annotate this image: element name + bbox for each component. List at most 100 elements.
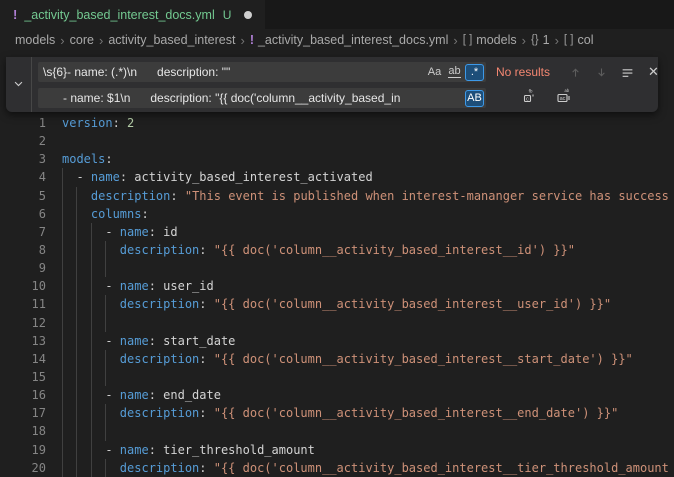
replace-icon: ᶠᵇ c xyxy=(522,88,538,109)
breadcrumb-item-models[interactable]: [ ]models xyxy=(463,33,517,47)
indent-guide xyxy=(62,314,63,332)
code-line: 6 columns: xyxy=(0,205,674,223)
code-text[interactable]: - name: activity_based_interest_activate… xyxy=(46,168,674,186)
code-text[interactable] xyxy=(46,422,674,440)
breadcrumb-label: models xyxy=(15,33,55,47)
indent-guide xyxy=(76,187,77,205)
breadcrumb-label: activity_based_interest xyxy=(108,33,235,47)
indent-guide xyxy=(76,441,77,459)
code-line: 7 - name: id xyxy=(0,223,674,241)
find-replace-widget: \s{6}- name: (.*)\n description: "" Aa a… xyxy=(6,57,658,112)
breadcrumb-label: models xyxy=(476,33,516,47)
breadcrumb-label: _activity_based_interest_docs.yml xyxy=(258,33,448,47)
indent-guide xyxy=(91,404,92,422)
breadcrumb-item-col[interactable]: [ ]col xyxy=(564,33,594,47)
code-text[interactable]: - name: end_date xyxy=(46,386,674,404)
line-number: 12 xyxy=(0,314,46,332)
code-text[interactable]: - name: tier_threshold_amount xyxy=(46,441,674,459)
breadcrumb-separator-icon: › xyxy=(448,33,462,48)
code-line: 10 - name: user_id xyxy=(0,277,674,295)
symbol-icon: [ ] xyxy=(463,34,473,46)
indent-guide xyxy=(105,314,106,332)
code-line: 11 description: "{{ doc('column__activit… xyxy=(0,295,674,313)
code-line: 5 description: "This event is published … xyxy=(0,187,674,205)
breadcrumb-item-activity-based-interest[interactable]: activity_based_interest xyxy=(108,33,235,47)
code-text[interactable] xyxy=(46,132,674,150)
breadcrumb-item-core[interactable]: core xyxy=(70,33,94,47)
find-in-selection-button[interactable] xyxy=(617,62,638,82)
replace-input[interactable]: - name: $1\n description: "{{ doc('colum… xyxy=(38,88,486,108)
indent-guide xyxy=(91,295,92,313)
code-text[interactable]: description: "{{ doc('column__activity_b… xyxy=(46,404,674,422)
indent-guide xyxy=(105,295,106,313)
indent-guide xyxy=(91,223,92,241)
breadcrumb-separator-icon: › xyxy=(550,33,564,48)
code-text[interactable]: - name: user_id xyxy=(46,277,674,295)
code-text[interactable]: models: xyxy=(46,150,674,168)
code-line: 14 description: "{{ doc('column__activit… xyxy=(0,350,674,368)
indent-guide xyxy=(91,441,92,459)
replace-all-button[interactable]: ᵃᵇ ac xyxy=(553,88,575,108)
toggle-replace-button[interactable] xyxy=(6,57,32,112)
find-input[interactable]: \s{6}- name: (.*)\n description: "" Aa a… xyxy=(38,62,486,82)
breadcrumb-label: core xyxy=(70,33,94,47)
indent-guide xyxy=(105,241,106,259)
close-find-widget-button[interactable]: ✕ xyxy=(643,62,664,82)
indent-guide xyxy=(76,386,77,404)
code-text[interactable] xyxy=(46,259,674,277)
indent-guide xyxy=(62,404,63,422)
line-number: 3 xyxy=(0,150,46,168)
symbol-icon: {} xyxy=(531,34,539,46)
indent-guide xyxy=(76,459,77,477)
code-text[interactable]: - name: start_date xyxy=(46,332,674,350)
breadcrumb-item--activity-based-interest-docs-yml[interactable]: !_activity_based_interest_docs.yml xyxy=(250,33,449,47)
previous-match-button[interactable] xyxy=(565,62,586,82)
code-text[interactable]: description: "{{ doc('column__activity_b… xyxy=(46,350,674,368)
breadcrumb: models›core›activity_based_interest›!_ac… xyxy=(0,29,674,51)
indent-guide xyxy=(76,205,77,223)
indent-guide xyxy=(62,386,63,404)
replace-all-icon: ᵃᵇ ac xyxy=(556,88,573,109)
code-line: 3models: xyxy=(0,150,674,168)
code-text[interactable]: description: "{{ doc('column__activity_b… xyxy=(46,295,674,313)
next-match-button[interactable] xyxy=(591,62,612,82)
indent-guide xyxy=(105,404,106,422)
tab-activity-based-interest-docs[interactable]: ! _activity_based_interest_docs.yml U xyxy=(0,0,265,29)
code-text[interactable]: - name: id xyxy=(46,223,674,241)
code-text[interactable] xyxy=(46,368,674,386)
unsaved-changes-dot-icon[interactable] xyxy=(244,11,252,19)
replace-button[interactable]: ᶠᵇ c xyxy=(519,88,541,108)
editor[interactable]: 1version: 223models:4 - name: activity_b… xyxy=(0,51,674,477)
match-case-button[interactable]: Aa xyxy=(425,64,444,81)
svg-text:ᶠᵇ: ᶠᵇ xyxy=(529,89,533,96)
line-number: 19 xyxy=(0,441,46,459)
code-text[interactable]: description: "{{ doc('column__activity_b… xyxy=(46,459,674,477)
breadcrumb-separator-icon: › xyxy=(94,33,108,48)
indent-guide xyxy=(62,295,63,313)
breadcrumb-item-models[interactable]: models xyxy=(15,33,55,47)
svg-text:c: c xyxy=(526,96,529,102)
code-line: 19 - name: tier_threshold_amount xyxy=(0,441,674,459)
code-text[interactable]: columns: xyxy=(46,205,674,223)
whole-word-button[interactable]: ab xyxy=(445,64,464,81)
indent-guide xyxy=(91,422,92,440)
breadcrumb-item-1[interactable]: {}1 xyxy=(531,33,550,47)
regex-button[interactable]: .* xyxy=(465,64,484,81)
line-number: 6 xyxy=(0,205,46,223)
code-area: 1version: 223models:4 - name: activity_b… xyxy=(0,114,674,477)
find-results-label: No results xyxy=(496,65,556,79)
code-text[interactable]: version: 2 xyxy=(46,114,674,132)
preserve-case-button[interactable]: AB xyxy=(465,90,484,107)
line-number: 8 xyxy=(0,241,46,259)
code-line: 13 - name: start_date xyxy=(0,332,674,350)
code-text[interactable]: description: "{{ doc('column__activity_b… xyxy=(46,241,674,259)
indent-guide xyxy=(76,241,77,259)
breadcrumb-label: col xyxy=(578,33,594,47)
indent-guide xyxy=(76,295,77,313)
indent-guide xyxy=(76,350,77,368)
indent-guide xyxy=(91,259,92,277)
indent-guide xyxy=(91,314,92,332)
code-text[interactable] xyxy=(46,314,674,332)
code-text[interactable]: description: "This event is published wh… xyxy=(46,187,674,205)
indent-guide xyxy=(105,259,106,277)
